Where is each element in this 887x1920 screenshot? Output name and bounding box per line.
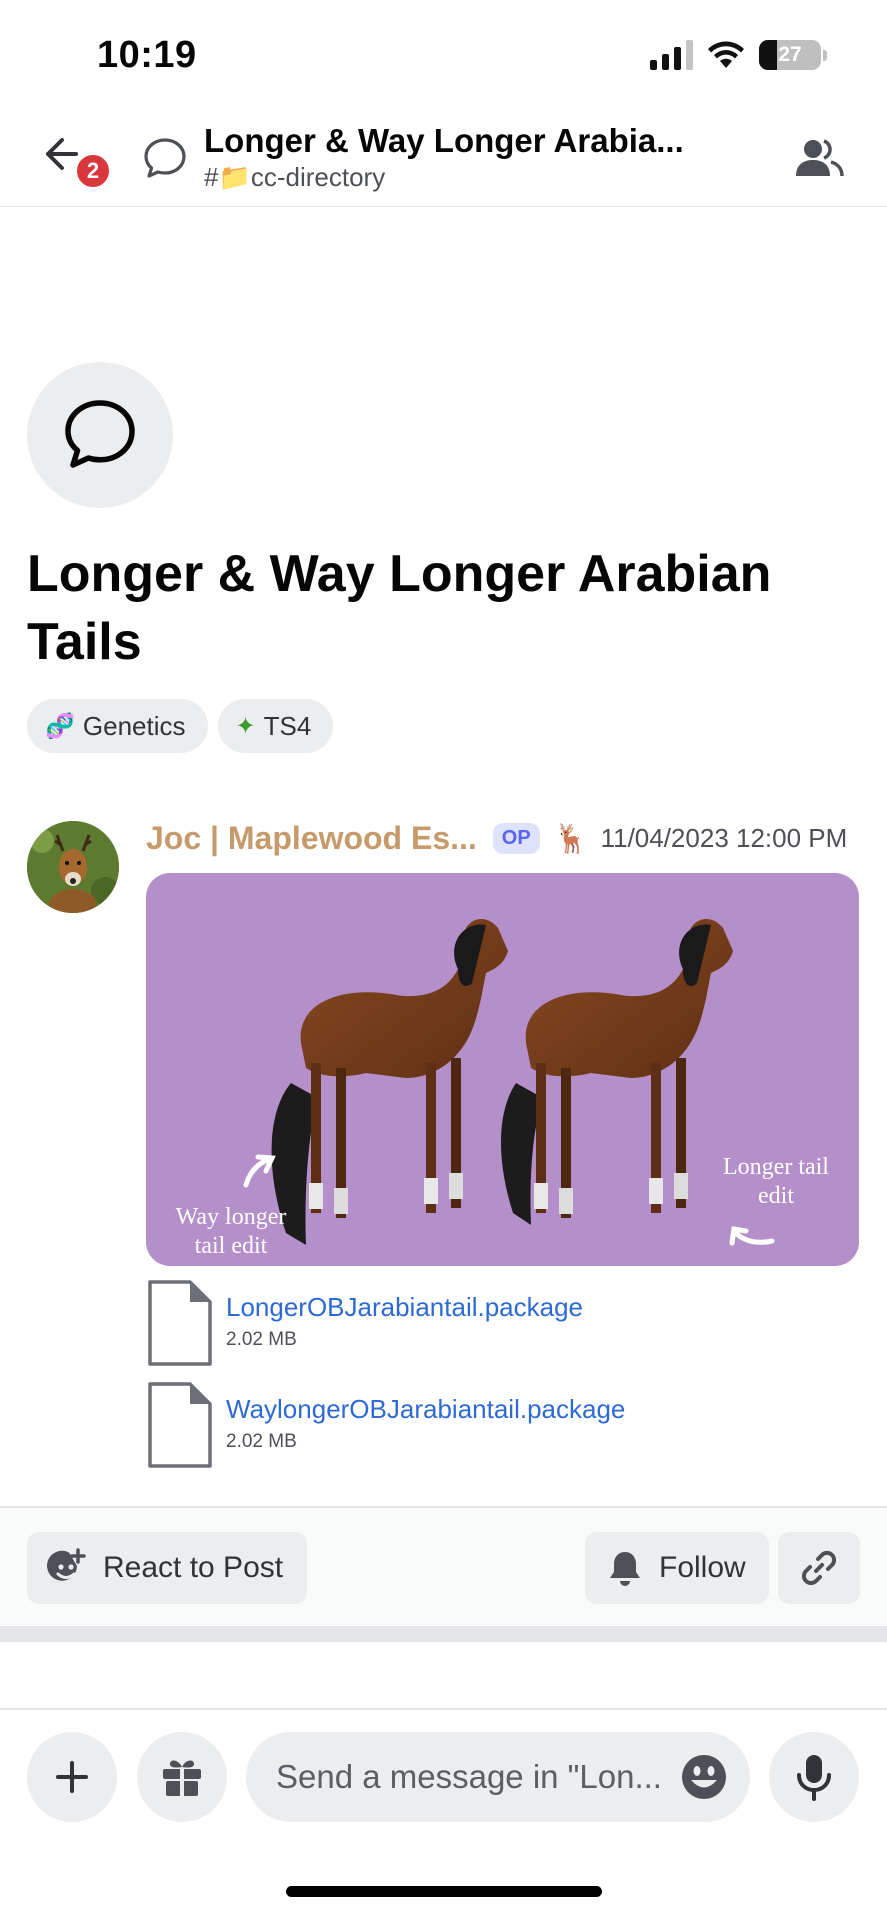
dna-icon: 🧬 [45, 712, 75, 740]
link-icon [801, 1550, 837, 1586]
thread-icon [144, 138, 186, 178]
add-attachment-button[interactable] [27, 1732, 117, 1822]
copy-link-button[interactable] [778, 1532, 860, 1604]
file-name-link[interactable]: WaylongerOBJarabiantail.package [226, 1394, 625, 1425]
image-label-right: Longer tail edit [723, 1154, 829, 1209]
members-button[interactable] [793, 136, 845, 185]
wifi-icon [708, 41, 744, 68]
tag-genetics[interactable]: 🧬 Genetics [27, 699, 208, 753]
react-label: React to Post [103, 1551, 284, 1584]
members-icon [796, 139, 844, 177]
file-attachment[interactable]: WaylongerOBJarabiantail.package 2.02 MB [146, 1380, 625, 1470]
file-icon [148, 1382, 212, 1468]
file-attachment[interactable]: LongerOBJarabiantail.package 2.02 MB [146, 1278, 583, 1368]
react-to-post-button[interactable]: React to Post [27, 1532, 307, 1604]
plumbob-icon: ✦ [235, 712, 256, 740]
thread-tags: 🧬 Genetics ✦ TS4 [27, 699, 334, 753]
home-indicator[interactable] [286, 1886, 602, 1897]
battery-percent: 27 [778, 43, 802, 66]
message-input-placeholder: Send a message in "Lon... [276, 1758, 662, 1795]
tag-ts4[interactable]: ✦ TS4 [217, 699, 334, 753]
tag-label: TS4 [263, 710, 312, 741]
plus-icon [56, 1761, 88, 1793]
divider [0, 1708, 887, 1710]
image-label-left: Way longer tail edit [175, 1204, 287, 1259]
file-icon [148, 1280, 212, 1366]
gift-button[interactable] [137, 1732, 227, 1822]
file-size: 2.02 MB [226, 1329, 297, 1350]
post-actions: React to Post Follow [0, 1506, 887, 1625]
chat-bubble-icon [65, 400, 135, 468]
header-title[interactable]: Longer & Way Longer Arabia... [204, 122, 714, 160]
status-time: 10:19 [97, 34, 197, 76]
microphone-icon [797, 1755, 831, 1801]
voice-message-button[interactable] [769, 1732, 859, 1822]
status-bar: 10:19 27 [0, 0, 887, 110]
thread-header: 2 Longer & Way Longer Arabia... #📁cc-dir… [0, 110, 887, 207]
attachment-image[interactable]: Way longer tail edit Longer tail edit [146, 873, 859, 1266]
channel-name[interactable]: #📁cc-directory [204, 162, 385, 193]
divider [0, 1626, 887, 1642]
file-size: 2.02 MB [226, 1431, 297, 1452]
add-reaction-icon [47, 1548, 86, 1581]
unread-badge: 2 [74, 152, 112, 190]
battery-icon: 27 [759, 40, 821, 70]
deer-role-icon: 🦌 [553, 822, 589, 854]
thread-title: Longer & Way Longer Arabian Tails [27, 545, 772, 671]
deer-avatar-image [27, 821, 119, 913]
message-timestamp: 11/04/2023 12:00 PM [600, 822, 848, 853]
message-input[interactable]: Send a message in "Lon... [246, 1732, 750, 1822]
cellular-signal-icon [650, 40, 693, 70]
follow-label: Follow [659, 1551, 746, 1584]
file-name-link[interactable]: LongerOBJarabiantail.package [226, 1292, 583, 1323]
gift-icon [163, 1760, 201, 1796]
thread-hero-icon [27, 362, 173, 508]
bell-icon [610, 1552, 640, 1586]
message-header: Joc | Maplewood Es... OP 🦌 11/04/2023 12… [146, 816, 847, 860]
op-badge: OP [492, 822, 540, 854]
emoji-icon[interactable] [680, 1753, 728, 1801]
status-icons: 27 [650, 40, 827, 70]
tag-label: Genetics [82, 710, 186, 741]
author-name[interactable]: Joc | Maplewood Es... [146, 820, 477, 857]
follow-button[interactable]: Follow [585, 1532, 769, 1604]
author-avatar[interactable] [27, 821, 119, 913]
